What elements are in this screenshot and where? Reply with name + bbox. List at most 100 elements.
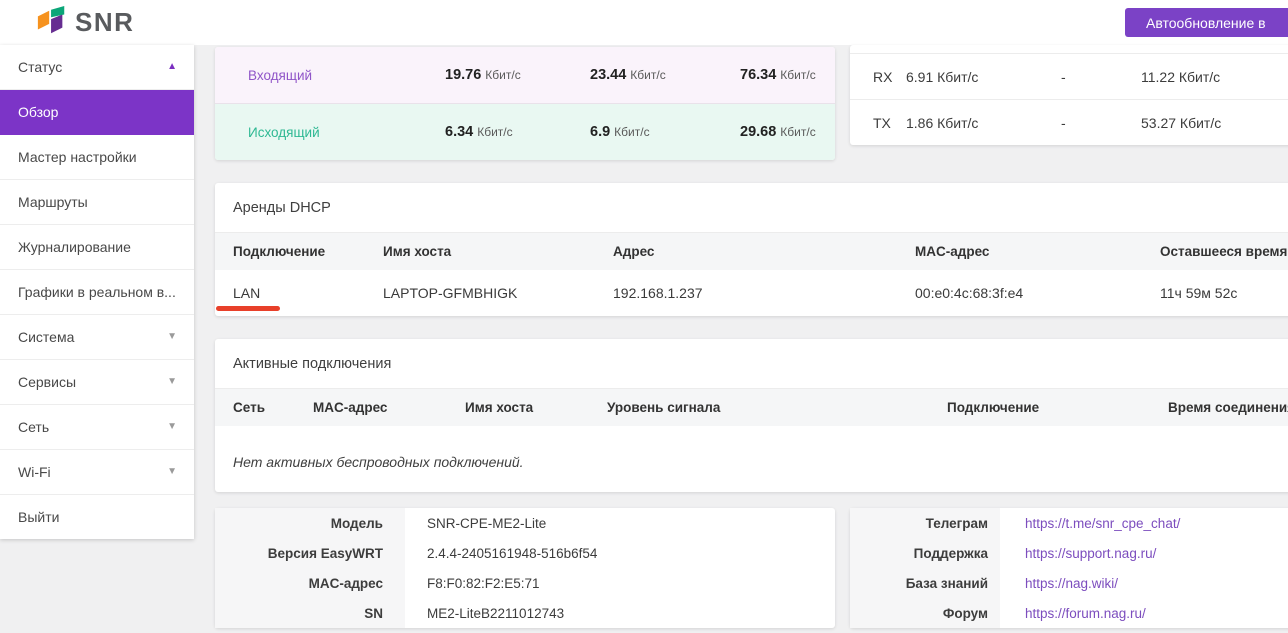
dhcp-header-connection: Подключение (233, 244, 383, 259)
sidebar-item-realtime-graphs[interactable]: Графики в реальном в... (0, 270, 194, 315)
brand-text: SNR (75, 5, 134, 39)
firmware-version-label: Версия EasyWRT (215, 538, 405, 568)
traffic-value: 6.9Кбит/с (590, 123, 740, 141)
tx-rate-current: 1.86 Кбит/с (906, 115, 1061, 131)
sidebar-item-label: Выйти (18, 509, 59, 525)
device-model-value: SNR-CPE-ME2-Lite (405, 508, 835, 538)
serial-number-label: SN (215, 598, 405, 628)
dhcp-cell-mac: 00:e0:4c:68:3f:e4 (915, 285, 1160, 301)
conn-header-connection: Подключение (947, 400, 1168, 415)
traffic-direction-label: Исходящий (248, 125, 445, 140)
traffic-number: 76.34 (740, 67, 776, 83)
top-header-bar: SNR Автообновление в (0, 0, 1288, 45)
device-mac-label: MAC-адрес (215, 568, 405, 598)
support-link-row: Форум https://forum.nag.ru/ (850, 598, 1288, 628)
support-link[interactable]: https://support.nag.ru/ (1025, 546, 1156, 561)
chevron-down-icon (167, 422, 177, 432)
sidebar-item-label: Журналирование (18, 239, 131, 255)
dhcp-header-hostname: Имя хоста (383, 244, 613, 259)
sidebar-item-wifi[interactable]: Wi-Fi (0, 450, 194, 495)
traffic-value: 23.44Кбит/с (590, 66, 740, 84)
interface-card-top-strip (850, 45, 1288, 54)
knowledge-base-link[interactable]: https://nag.wiki/ (1025, 576, 1118, 591)
traffic-value: 19.76Кбит/с (445, 66, 590, 84)
sidebar-item-overview[interactable]: Обзор (0, 90, 194, 135)
firmware-version-value: 2.4.4-2405161948-516b6f54 (405, 538, 835, 568)
dhcp-leases-card: Аренды DHCP Подключение Имя хоста Адрес … (215, 183, 1288, 316)
sidebar-item-logout[interactable]: Выйти (0, 495, 194, 539)
dhcp-cell-hostname: LAPTOP-GFMBHIGK (383, 285, 613, 301)
sidebar-item-network[interactable]: Сеть (0, 405, 194, 450)
sidebar-item-status[interactable]: Статус (0, 45, 194, 90)
traffic-summary-card: Входящий 19.76Кбит/с 23.44Кбит/с 76.34Кб… (215, 47, 835, 160)
sidebar-item-setup-wizard[interactable]: Мастер настройки (0, 135, 194, 180)
active-connections-card: Активные подключения Сеть MAC-адрес Имя … (215, 339, 1288, 492)
tx-label: TX (873, 115, 906, 131)
device-info-card: Модель SNR-CPE-ME2-Lite Версия EasyWRT 2… (215, 508, 835, 628)
sidebar-item-logging[interactable]: Журналирование (0, 225, 194, 270)
sidebar-item-services[interactable]: Сервисы (0, 360, 194, 405)
support-links-card: Телеграм https://t.me/snr_cpe_chat/ Подд… (850, 508, 1288, 628)
device-model-label: Модель (215, 508, 405, 538)
interface-tx-row: TX 1.86 Кбит/с - 53.27 Кбит/с (850, 99, 1288, 145)
chevron-down-icon (167, 467, 177, 477)
dhcp-table-header: Подключение Имя хоста Адрес MAC-адрес Ос… (215, 233, 1288, 270)
sidebar-item-label: Статус (18, 59, 62, 75)
connections-empty-message: Нет активных беспроводных подключений. (215, 426, 1288, 492)
conn-header-network: Сеть (233, 400, 313, 415)
telegram-label: Телеграм (850, 508, 1000, 538)
sidebar-item-label: Графики в реальном в... (18, 284, 176, 300)
telegram-link[interactable]: https://t.me/snr_cpe_chat/ (1025, 516, 1180, 531)
device-info-row: SN ME2-LiteB2211012743 (215, 598, 835, 628)
interface-rx-row: RX 6.91 Кбит/с - 11.22 Кбит/с (850, 54, 1288, 99)
forum-label: Форум (850, 598, 1000, 628)
support-link-row: База знаний https://nag.wiki/ (850, 568, 1288, 598)
support-link-row: Телеграм https://t.me/snr_cpe_chat/ (850, 508, 1288, 538)
sidebar-item-label: Сеть (18, 419, 49, 435)
device-mac-value: F8:F0:82:F2:E5:71 (405, 568, 835, 598)
support-link-row: Поддержка https://support.nag.ru/ (850, 538, 1288, 568)
snr-logo: SNR (36, 5, 134, 39)
sidebar-item-label: Мастер настройки (18, 149, 137, 165)
traffic-value: 29.68 Кбит/с (740, 123, 835, 141)
annotation-red-underline (216, 306, 280, 311)
sidebar-item-system[interactable]: Система (0, 315, 194, 360)
rx-label: RX (873, 69, 906, 85)
tx-rate-separator: - (1061, 115, 1141, 131)
knowledge-base-label: База знаний (850, 568, 1000, 598)
sidebar-nav: Статус Обзор Мастер настройки Маршруты Ж… (0, 45, 194, 539)
device-info-row: Версия EasyWRT 2.4.4-2405161948-516b6f54 (215, 538, 835, 568)
conn-header-uptime: Время соединения (1168, 400, 1288, 415)
snr-logo-icon (36, 5, 68, 39)
rx-rate-separator: - (1061, 69, 1141, 85)
traffic-number: 23.44 (590, 67, 626, 83)
connections-card-title: Активные подключения (215, 339, 1288, 389)
dhcp-card-title: Аренды DHCP (215, 183, 1288, 233)
connections-table-header: Сеть MAC-адрес Имя хоста Уровень сигнала… (215, 389, 1288, 426)
interface-stats-card: RX 6.91 Кбит/с - 11.22 Кбит/с TX 1.86 Кб… (850, 45, 1288, 145)
dhcp-header-address: Адрес (613, 244, 915, 259)
conn-header-hostname: Имя хоста (465, 400, 607, 415)
traffic-unit: Кбит/с (485, 68, 520, 82)
sidebar-item-label: Система (18, 329, 74, 345)
tx-rate-peak: 53.27 Кбит/с (1141, 115, 1288, 131)
device-info-row: MAC-адрес F8:F0:82:F2:E5:71 (215, 568, 835, 598)
sidebar-item-routes[interactable]: Маршруты (0, 180, 194, 225)
serial-number-value: ME2-LiteB2211012743 (405, 598, 835, 628)
dhcp-header-lease-time: Оставшееся время аренды (1160, 244, 1288, 259)
dhcp-header-mac: MAC-адрес (915, 244, 1160, 259)
traffic-row-incoming: Входящий 19.76Кбит/с 23.44Кбит/с 76.34Кб… (215, 47, 835, 104)
chevron-down-icon (167, 377, 177, 387)
traffic-number: 29.68 (740, 124, 776, 140)
forum-link[interactable]: https://forum.nag.ru/ (1025, 606, 1146, 621)
traffic-unit: Кбит/с (780, 125, 815, 139)
sidebar-item-label: Маршруты (18, 194, 88, 210)
rx-rate-current: 6.91 Кбит/с (906, 69, 1061, 85)
traffic-unit: Кбит/с (477, 125, 512, 139)
dhcp-cell-address: 192.168.1.237 (613, 285, 915, 301)
autorefresh-button[interactable]: Автообновление в (1125, 8, 1288, 37)
rx-rate-peak: 11.22 Кбит/с (1141, 69, 1288, 85)
traffic-number: 6.34 (445, 124, 473, 140)
traffic-unit: Кбит/с (614, 125, 649, 139)
sidebar-item-label: Обзор (18, 104, 58, 120)
